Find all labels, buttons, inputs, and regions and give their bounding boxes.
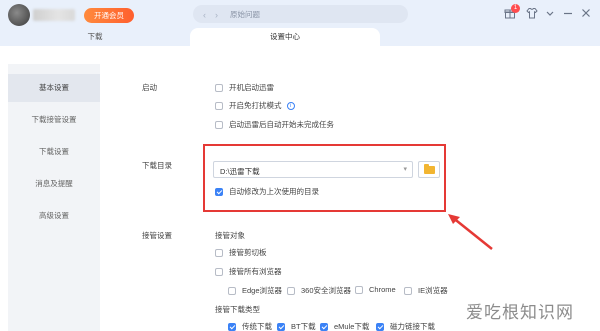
option-ie[interactable]: IE浏览器 <box>404 285 448 296</box>
tab-bar: 下载 设置中心 <box>0 28 600 46</box>
edge-label: Edge浏览器 <box>242 286 283 295</box>
annotation-highlight-box <box>203 144 446 212</box>
shirt-icon[interactable] <box>525 7 539 21</box>
magnet-label: 磁力链接下载 <box>390 322 435 331</box>
avatar[interactable] <box>8 4 30 26</box>
menu-icon[interactable] <box>543 7 557 21</box>
minimize-icon[interactable] <box>561 7 575 21</box>
tab-download[interactable]: 下载 <box>0 28 190 46</box>
chrome-checkbox[interactable] <box>355 285 363 294</box>
settings-sidebar: 基本设置 下载接管设置 下载设置 消息及提醒 高级设置 <box>8 64 100 331</box>
sidebar-item-basic[interactable]: 基本设置 <box>8 74 100 102</box>
option-type-traditional[interactable]: 传统下载 <box>228 321 272 331</box>
option-type-bt[interactable]: BT下载 <box>277 321 316 331</box>
forward-button[interactable]: › <box>215 10 218 20</box>
option-all-browsers[interactable]: 接管所有浏览器 <box>215 266 282 277</box>
sidebar-item-advanced[interactable]: 高级设置 <box>8 202 100 230</box>
option-clipboard[interactable]: 接管剪切板 <box>215 247 267 258</box>
sidebar-item-download[interactable]: 下载设置 <box>8 138 100 166</box>
section-takeover-label: 接管设置 <box>142 231 172 240</box>
search-input[interactable]: 原始问题 <box>193 5 408 23</box>
chrome-label: Chrome <box>369 285 396 294</box>
dnd-label: 开启免打扰模式 <box>229 101 282 110</box>
autostart-label: 开机启动迅雷 <box>229 83 274 92</box>
ie-checkbox[interactable] <box>404 286 412 295</box>
option-autostart[interactable]: 开机启动迅雷 <box>215 82 274 93</box>
option-type-emule[interactable]: eMule下载 <box>320 321 369 331</box>
360-checkbox[interactable] <box>287 286 295 295</box>
option-resume-tasks[interactable]: 启动迅雷后自动开始未完成任务 <box>215 119 334 130</box>
takeover-objects-label: 接管对象 <box>215 231 245 240</box>
bt-checkbox[interactable] <box>277 322 285 331</box>
annotation-arrow-icon <box>448 214 493 250</box>
option-type-magnet[interactable]: 磁力链接下载 <box>376 321 435 331</box>
all-browsers-label: 接管所有浏览器 <box>229 267 282 276</box>
option-chrome[interactable]: Chrome <box>355 285 396 294</box>
title-bar: 开通会员 原始问题 ‹ › 1 <box>0 0 600 30</box>
gift-badge: 1 <box>511 4 520 13</box>
takeover-types-label: 接管下载类型 <box>215 305 260 314</box>
resume-label: 启动迅雷后自动开始未完成任务 <box>229 120 334 129</box>
sidebar-item-takeover[interactable]: 下载接管设置 <box>8 106 100 134</box>
360-label: 360安全浏览器 <box>301 286 352 295</box>
dnd-checkbox[interactable] <box>215 101 223 110</box>
bt-label: BT下载 <box>291 322 316 331</box>
emule-checkbox[interactable] <box>320 322 328 331</box>
section-startup-label: 启动 <box>142 83 157 92</box>
close-icon[interactable] <box>579 7 593 21</box>
watermark-text: 爱吃根知识网 <box>466 303 574 323</box>
all-browsers-checkbox[interactable] <box>215 267 223 276</box>
option-edge[interactable]: Edge浏览器 <box>228 285 282 296</box>
clipboard-checkbox[interactable] <box>215 248 223 257</box>
ie-label: IE浏览器 <box>418 286 448 295</box>
edge-checkbox[interactable] <box>228 286 236 295</box>
info-icon[interactable]: i <box>286 101 295 110</box>
section-download-dir-label: 下载目录 <box>142 161 172 170</box>
option-360[interactable]: 360安全浏览器 <box>287 285 351 296</box>
username-blurred <box>33 9 75 21</box>
traditional-checkbox[interactable] <box>228 322 236 331</box>
autostart-checkbox[interactable] <box>215 83 223 92</box>
sidebar-item-notifications[interactable]: 消息及提醒 <box>8 170 100 198</box>
clipboard-label: 接管剪切板 <box>229 248 267 257</box>
resume-checkbox[interactable] <box>215 120 223 129</box>
tab-settings-center[interactable]: 设置中心 <box>190 28 380 46</box>
traditional-label: 传统下载 <box>242 322 272 331</box>
back-button[interactable]: ‹ <box>203 10 206 20</box>
option-dnd-mode[interactable]: 开启免打扰模式 i <box>215 100 295 111</box>
search-placeholder: 原始问题 <box>230 10 260 19</box>
magnet-checkbox[interactable] <box>376 322 384 331</box>
emule-label: eMule下载 <box>334 322 370 331</box>
vip-button[interactable]: 开通会员 <box>84 8 134 23</box>
